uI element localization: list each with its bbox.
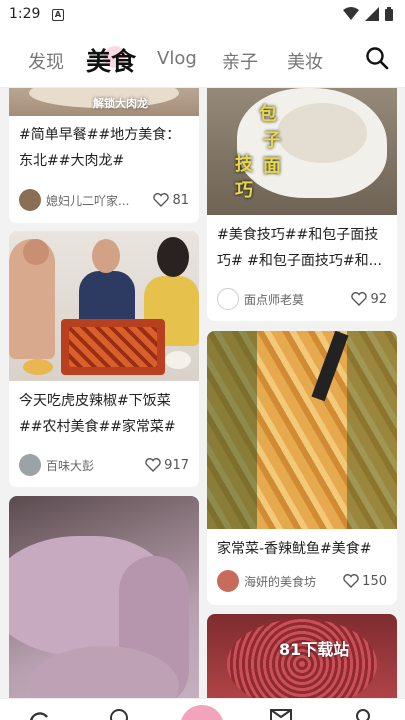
thumbnail-overlay-text: 解锁大肉龙 <box>93 97 148 110</box>
card-caption: 家常菜-香辣鱿鱼#美食# <box>217 541 372 557</box>
thumbnail-overlay-text: 子 <box>263 130 281 151</box>
notification-icon: A <box>52 9 64 21</box>
message-icon[interactable] <box>270 707 292 720</box>
like-count: 81 <box>172 192 189 208</box>
like-count: 917 <box>164 457 189 473</box>
status-bar: 1:29 A <box>0 0 405 30</box>
author-name[interactable]: 海妍的美食坊 <box>244 573 343 590</box>
card-caption: 今天吃虎皮辣椒#下饭菜##农村美食##家常菜# <box>19 393 176 435</box>
signal-icon <box>365 7 379 21</box>
like-count: 150 <box>362 573 387 589</box>
avatar[interactable] <box>19 189 41 211</box>
like-count: 92 <box>370 291 387 307</box>
avatar[interactable] <box>217 288 239 310</box>
category-tabs: 发现 美食 Vlog 亲子 美妆 <box>0 30 405 88</box>
video-thumbnail: 包 子 面 技 巧 <box>207 88 397 215</box>
feed-card[interactable]: 家常菜-香辣鱿鱼#美食# 海妍的美食坊 150 <box>207 331 397 605</box>
wifi-icon <box>343 7 359 20</box>
heart-icon <box>351 292 368 306</box>
battery-icon <box>385 7 393 21</box>
thumbnail-overlay-text: 包 <box>259 104 277 125</box>
card-meta: 面点师老莫 92 <box>217 287 387 311</box>
heart-icon <box>343 574 359 588</box>
heart-icon <box>153 193 170 207</box>
author-name[interactable]: 媳妇儿二吖家... <box>46 192 153 209</box>
heart-icon <box>145 458 161 472</box>
tab-beauty[interactable]: 美妆 <box>287 48 323 74</box>
thumbnail-overlay-text: 面 <box>263 156 281 177</box>
watermark-text: 81下载站 <box>279 640 350 659</box>
like-button[interactable]: 917 <box>145 458 189 473</box>
thumbnail-overlay-text: 巧 <box>235 180 253 201</box>
video-thumbnail <box>207 331 397 529</box>
card-meta: 海妍的美食坊 150 <box>217 569 387 593</box>
thumbnail-overlay-text: 技 <box>235 154 253 175</box>
tab-parenting[interactable]: 亲子 <box>222 48 258 74</box>
like-button[interactable]: 92 <box>351 292 387 307</box>
feed-card[interactable]: 包 子 面 技 巧 #美食技巧##和包子面技巧# #和包子面技巧#和... 面点… <box>207 88 397 321</box>
tab-discover[interactable]: 发现 <box>28 48 64 74</box>
bottom-nav <box>0 698 405 720</box>
feed-card[interactable]: 解锁大肉龙 #简单早餐##地方美食：东北##大肉龙# 媳妇儿二吖家... 81 <box>9 88 199 223</box>
avatar[interactable] <box>217 570 239 592</box>
author-name[interactable]: 面点师老莫 <box>244 291 351 308</box>
video-thumbnail <box>9 231 199 381</box>
author-name[interactable]: 百味大彭 <box>46 457 145 474</box>
card-caption: #美食技巧##和包子面技巧# #和包子面技巧#和... <box>217 227 382 269</box>
feed-card[interactable]: 今天吃虎皮辣椒#下饭菜##农村美食##家常菜# 百味大彭 917 <box>9 231 199 487</box>
video-thumbnail: 解锁大肉龙 <box>9 88 199 116</box>
card-caption: #简单早餐##地方美食：东北##大肉龙# <box>19 127 181 169</box>
video-thumbnail: 81下载站 <box>207 614 397 698</box>
feed: 解锁大肉龙 #简单早餐##地方美食：东北##大肉龙# 媳妇儿二吖家... 81 … <box>0 88 405 698</box>
feed-card[interactable] <box>9 496 199 698</box>
publish-button[interactable] <box>180 705 224 720</box>
video-thumbnail <box>9 496 199 698</box>
like-button[interactable]: 81 <box>153 193 189 208</box>
tab-food[interactable]: 美食 <box>86 42 136 78</box>
like-button[interactable]: 150 <box>343 574 387 589</box>
refresh-icon[interactable] <box>28 707 50 720</box>
status-icons <box>343 7 393 21</box>
status-time: 1:29 <box>9 6 41 22</box>
feed-card[interactable]: 81下载站 <box>207 614 397 698</box>
tab-vlog[interactable]: Vlog <box>157 48 197 69</box>
search-icon[interactable] <box>365 46 389 70</box>
card-meta: 百味大彭 917 <box>19 453 189 477</box>
card-meta: 媳妇儿二吖家... 81 <box>19 188 189 212</box>
community-icon[interactable] <box>108 707 130 720</box>
avatar[interactable] <box>19 454 41 476</box>
profile-icon[interactable] <box>352 707 374 720</box>
